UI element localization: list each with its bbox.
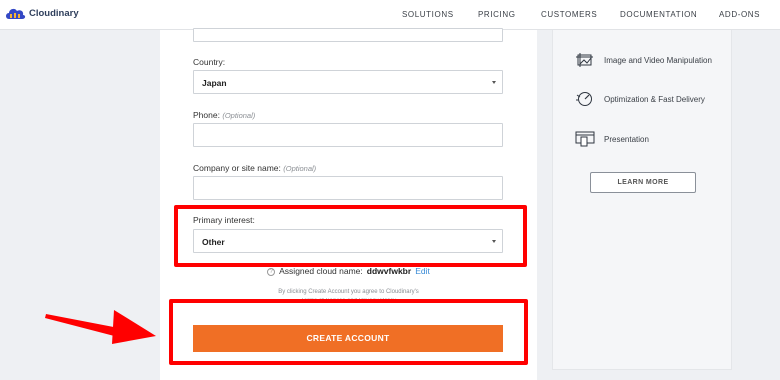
- cloudinary-logo-icon: [6, 8, 26, 19]
- help-icon[interactable]: ?: [267, 268, 276, 276]
- feature-label: Optimization & Fast Delivery: [604, 94, 705, 104]
- feature-label: Image and Video Manipulation: [604, 55, 712, 65]
- nav-documentation[interactable]: DOCUMENTATION: [620, 10, 697, 19]
- nav-add-ons[interactable]: ADD-ONS: [719, 10, 760, 19]
- company-optional: (Optional): [283, 164, 317, 173]
- primary-interest-highlight: [174, 205, 527, 267]
- country-value: Japan: [202, 78, 227, 88]
- agreement-text: By clicking Create Account you agree to …: [278, 289, 419, 295]
- feature-label: Presentation: [604, 134, 649, 144]
- company-label: Company or site name: (Optional): [193, 163, 316, 173]
- feature-optimization: Optimization & Fast Delivery: [575, 91, 705, 107]
- assigned-cloud-name: ? Assigned cloud name: ddwvfwkbr Edit: [160, 266, 537, 276]
- speedometer-icon: [576, 92, 592, 106]
- arrow-icon: [45, 310, 156, 344]
- phone-label-text: Phone:: [193, 110, 220, 120]
- features-sidebar: Image and Video Manipulation Optimizatio…: [552, 30, 732, 370]
- nav-customers[interactable]: CUSTOMERS: [541, 10, 597, 19]
- responsive-devices-icon: [575, 131, 595, 147]
- feature-manipulation: Image and Video Manipulation: [575, 52, 712, 68]
- cloud-name-value: ddwvfwkbr: [366, 266, 412, 276]
- phone-field[interactable]: [193, 123, 503, 147]
- chevron-down-icon: [492, 81, 496, 84]
- learn-more-button[interactable]: LEARN MORE: [590, 172, 696, 193]
- phone-label: Phone: (Optional): [193, 110, 255, 120]
- phone-optional: (Optional): [222, 111, 256, 120]
- nav-pricing[interactable]: PRICING: [478, 10, 516, 19]
- company-field[interactable]: [193, 176, 503, 200]
- nav-solutions[interactable]: SOLUTIONS: [402, 10, 454, 19]
- previous-field[interactable]: [193, 28, 503, 42]
- top-navigation-bar: Cloudinary SOLUTIONS PRICING CUSTOMERS D…: [0, 0, 780, 30]
- country-label: Country:: [193, 57, 226, 67]
- feature-presentation: Presentation: [575, 131, 649, 147]
- company-label-text: Company or site name:: [193, 163, 281, 173]
- edit-cloud-name-link[interactable]: Edit: [415, 266, 430, 276]
- logo-text: Cloudinary: [29, 8, 79, 19]
- country-select[interactable]: Japan: [193, 70, 503, 94]
- crop-icon: [576, 53, 593, 67]
- cloudinary-logo[interactable]: Cloudinary: [4, 7, 79, 20]
- cloud-label: Assigned cloud name:: [279, 266, 363, 276]
- create-account-highlight: [169, 299, 528, 365]
